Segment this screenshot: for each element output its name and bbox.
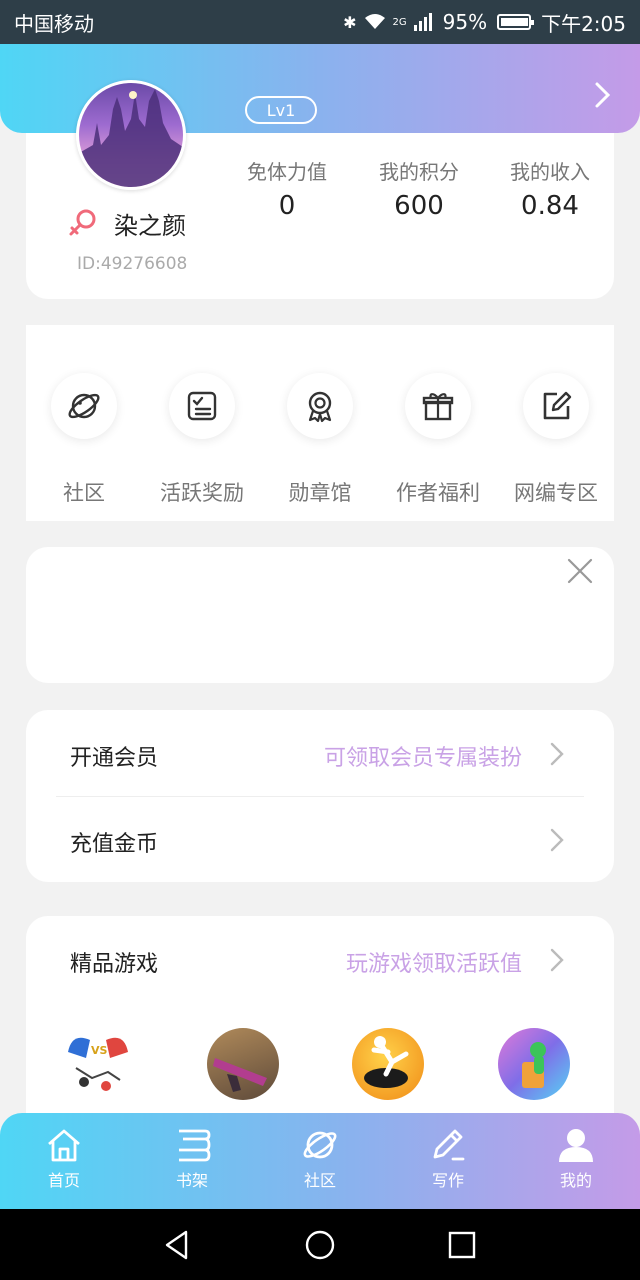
user-icon xyxy=(559,1129,593,1162)
close-icon[interactable] xyxy=(566,557,594,585)
stat-value: 0 xyxy=(278,191,296,221)
bottom-tab-bar: 首页 书架 社区 写作 我的 xyxy=(0,1113,640,1209)
tab-home[interactable]: 首页 xyxy=(14,1113,114,1209)
stat-points[interactable]: 我的积分 600 xyxy=(354,156,484,221)
vip-card: 开通会员 可领取会员专属装扮 充值金币 xyxy=(26,710,614,882)
edit-icon xyxy=(523,373,589,439)
tab-label: 我的 xyxy=(559,1171,592,1190)
stat-stamina[interactable]: 免体力值 0 xyxy=(222,156,352,221)
home-icon xyxy=(48,1129,80,1162)
signal-icon xyxy=(413,13,432,31)
tab-bookshelf[interactable]: 书架 xyxy=(142,1113,242,1209)
stat-label: 我的收入 xyxy=(510,160,590,184)
menu-label: 作者福利 xyxy=(396,481,480,505)
stat-label: 我的积分 xyxy=(379,160,459,184)
chevron-right-icon[interactable] xyxy=(592,80,614,110)
chevron-right-icon xyxy=(550,948,564,972)
game-icon-hole[interactable] xyxy=(352,1028,424,1100)
clock: 下午2:05 xyxy=(541,11,626,36)
membership-row[interactable]: 开通会员 可领取会员专属装扮 xyxy=(26,710,614,796)
gift-icon xyxy=(405,373,471,439)
wifi-icon xyxy=(364,14,385,29)
menu-item-author-benefits[interactable]: 作者福利 xyxy=(383,373,493,507)
games-title: 精品游戏 xyxy=(70,952,159,977)
tab-write[interactable]: 写作 xyxy=(398,1113,498,1209)
tab-mine[interactable]: 我的 xyxy=(526,1113,626,1209)
menu-label: 网编专区 xyxy=(514,481,598,505)
menu-item-community[interactable]: 社区 xyxy=(29,373,139,507)
svg-text:VS: VS xyxy=(91,1044,108,1057)
tab-label: 社区 xyxy=(303,1171,336,1190)
membership-label: 开通会员 xyxy=(70,746,159,771)
level-badge[interactable]: Lv1 xyxy=(245,96,317,124)
user-id: ID:49276608 xyxy=(77,254,188,274)
game-icon-runner[interactable] xyxy=(498,1028,570,1100)
stat-value: 0.84 xyxy=(521,191,579,221)
system-nav-bar xyxy=(0,1209,640,1280)
banner-card[interactable] xyxy=(26,547,614,683)
network-type: 2G xyxy=(392,16,407,28)
carrier-name: 中国移动 xyxy=(14,11,94,36)
stat-income[interactable]: 我的收入 0.84 xyxy=(485,156,615,221)
bluetooth-icon: ✱ xyxy=(343,12,357,32)
recharge-label: 充值金币 xyxy=(70,832,159,857)
menu-label: 勋章馆 xyxy=(288,481,352,505)
games-row[interactable]: 精品游戏 玩游戏领取活跃值 xyxy=(26,916,614,1002)
menu-item-editor-zone[interactable]: 网编专区 xyxy=(501,373,611,507)
shortcut-menu: 社区 活跃奖励 勋章馆 作者福利 网编专区 xyxy=(26,325,614,521)
medal-icon xyxy=(287,373,353,439)
stat-label: 免体力值 xyxy=(247,160,327,184)
games-card: 精品游戏 玩游戏领取活跃值 VS xyxy=(26,916,614,1136)
status-bar: 中国移动 ✱ 2G 95% 下午2:05 xyxy=(0,0,640,44)
female-icon xyxy=(69,209,96,236)
game-icon-versus[interactable]: VS xyxy=(62,1028,134,1100)
game-icon-shooter[interactable] xyxy=(207,1028,279,1100)
pen-icon xyxy=(433,1129,465,1161)
menu-label: 活跃奖励 xyxy=(160,481,244,505)
planet-icon xyxy=(303,1131,337,1159)
menu-item-activity-reward[interactable]: 活跃奖励 xyxy=(147,373,257,507)
membership-hint: 可领取会员专属装扮 xyxy=(323,746,522,771)
tab-label: 写作 xyxy=(431,1171,464,1190)
menu-label: 社区 xyxy=(63,481,105,505)
back-icon[interactable] xyxy=(162,1229,194,1261)
checklist-icon xyxy=(169,373,235,439)
menu-item-medals[interactable]: 勋章馆 xyxy=(265,373,375,507)
tab-label: 书架 xyxy=(175,1171,208,1190)
games-hint: 玩游戏领取活跃值 xyxy=(345,952,522,977)
bookshelf-icon xyxy=(179,1129,211,1162)
avatar[interactable] xyxy=(76,80,186,190)
recharge-row[interactable]: 充值金币 xyxy=(26,796,614,882)
home-circle-icon[interactable] xyxy=(304,1229,336,1261)
planet-icon xyxy=(51,373,117,439)
tab-label: 首页 xyxy=(47,1171,80,1190)
tab-community[interactable]: 社区 xyxy=(270,1113,370,1209)
stat-value: 600 xyxy=(394,191,444,221)
recents-icon[interactable] xyxy=(446,1229,478,1261)
username: 染之颜 xyxy=(114,212,186,240)
chevron-right-icon xyxy=(550,828,564,852)
battery-percent: 95% xyxy=(442,10,488,34)
battery-icon xyxy=(497,14,535,30)
chevron-right-icon xyxy=(550,742,564,766)
